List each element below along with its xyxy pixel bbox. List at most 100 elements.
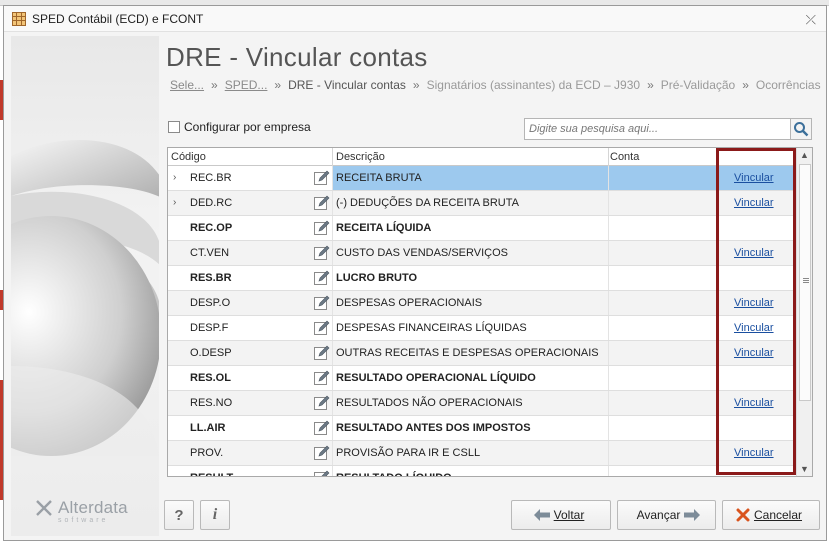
back-button[interactable]: Voltar <box>511 500 611 530</box>
dialog-window: SPED Contábil (ECD) e FCONT ⤫ Alterdata … <box>3 5 827 541</box>
vincular-link[interactable]: Vincular <box>734 347 774 359</box>
table-row[interactable]: DESP.F DESPESAS FINANCEIRAS LÍQUIDAS Vincu… <box>168 316 796 341</box>
column-header-codigo[interactable]: Código <box>171 151 206 163</box>
vincular-link[interactable]: Vincular <box>734 322 774 334</box>
scrollbar-thumb[interactable] <box>799 164 811 401</box>
row-description: RESULTADOS NÃO OPERACIONAIS <box>336 397 523 409</box>
expand-row-icon[interactable]: › <box>173 172 176 183</box>
breadcrumb-separator: » <box>742 78 749 92</box>
edit-icon[interactable] <box>313 269 331 287</box>
window-title: SPED Contábil (ECD) e FCONT <box>32 11 204 26</box>
info-button[interactable]: i <box>200 500 230 530</box>
table-row[interactable]: RES.OL RESULTADO OPERACIONAL LÍQUIDO <box>168 366 796 391</box>
row-code: DESP.F <box>190 322 229 334</box>
breadcrumb-separator: » <box>211 78 218 92</box>
checkbox-box[interactable] <box>168 121 180 133</box>
breadcrumb-separator: » <box>412 78 420 92</box>
search-input[interactable] <box>525 119 791 139</box>
cancel-x-icon <box>736 508 750 522</box>
row-code: O.DESP <box>190 347 232 359</box>
vincular-link[interactable]: Vincular <box>734 297 774 309</box>
edit-icon[interactable] <box>313 169 331 187</box>
title-bar: SPED Contábil (ECD) e FCONT ⤫ <box>4 6 826 32</box>
edit-icon[interactable] <box>313 394 331 412</box>
table-row[interactable]: DESP.O DESPESAS OPERACIONAIS Vincular <box>168 291 796 316</box>
edit-icon[interactable] <box>313 294 331 312</box>
table-row[interactable]: › DED.RC (-) DEDUÇÕES DA RECEITA BRUTA Vinc… <box>168 191 796 216</box>
breadcrumb-item: Ocorrências <box>755 78 821 92</box>
configure-per-company-checkbox[interactable]: Configurar por empresa <box>168 120 311 134</box>
vincular-link[interactable]: Vincular <box>734 247 774 259</box>
scroll-down-icon[interactable]: ▼ <box>800 464 809 474</box>
edit-icon[interactable] <box>313 219 331 237</box>
search-field-container <box>524 118 792 140</box>
column-header-conta[interactable]: Conta <box>610 151 639 163</box>
edit-icon[interactable] <box>313 419 331 437</box>
vincular-link[interactable]: Vincular <box>734 172 774 184</box>
next-button[interactable]: Avançar <box>617 500 716 530</box>
table-row[interactable]: › REC.BR RECEITA BRUTA Vincular <box>168 166 796 191</box>
arrow-right-icon <box>684 509 701 521</box>
back-button-label: Voltar <box>553 508 585 522</box>
row-description: OUTRAS RECEITAS E DESPESAS OPERACIONAIS <box>336 347 599 359</box>
edit-icon[interactable] <box>313 319 331 337</box>
edit-icon[interactable] <box>313 469 331 477</box>
breadcrumb-item[interactable]: SPED... <box>225 78 268 92</box>
configure-per-company-label: Configurar por empresa <box>184 120 311 134</box>
row-code: RES.NO <box>190 397 233 409</box>
breadcrumb: Sele... » SPED... » DRE - Vincular contas » Si… <box>170 78 821 92</box>
vincular-link[interactable]: Vincular <box>734 397 774 409</box>
row-code: PROV. <box>190 447 224 459</box>
vincular-link[interactable]: Vincular <box>734 447 774 459</box>
table-row[interactable]: REC.OP RECEITA LÍQUIDA <box>168 216 796 241</box>
search-button[interactable] <box>790 118 812 140</box>
row-description: CUSTO DAS VENDAS/SERVIÇOS <box>336 247 508 259</box>
cancel-button-label: Cancelar <box>753 508 803 522</box>
row-description: RECEITA LÍQUIDA <box>336 222 432 234</box>
spreadsheet-app-icon <box>12 11 26 26</box>
row-description: DESPESAS FINANCEIRAS LÍQUIDAS <box>336 322 527 334</box>
table-row[interactable]: CT.VEN CUSTO DAS VENDAS/SERVIÇOS Vincular <box>168 241 796 266</box>
table-row[interactable]: PROV. PROVISÃO PARA IR E CSLL Vincular <box>168 441 796 466</box>
row-description: PROVISÃO PARA IR E CSLL <box>336 447 481 459</box>
breadcrumb-item: Pré-Validação <box>660 78 736 92</box>
cancel-button[interactable]: Cancelar <box>722 500 820 530</box>
help-button[interactable]: ? <box>164 500 194 530</box>
arrow-left-icon <box>533 509 550 521</box>
row-description: RESULTADO OPERACIONAL LÍQUIDO <box>336 372 536 384</box>
table-row[interactable]: RES.NO RESULTADOS NÃO OPERACIONAIS Vincula… <box>168 391 796 416</box>
edit-icon[interactable] <box>313 194 331 212</box>
table-row[interactable]: RESULT RESULTADO LÍQUIDO <box>168 466 796 477</box>
edit-icon[interactable] <box>313 244 331 262</box>
edit-icon[interactable] <box>313 369 331 387</box>
table-row[interactable]: O.DESP OUTRAS RECEITAS E DESPESAS OPERACI… <box>168 341 796 366</box>
page-title: DRE - Vincular contas <box>166 42 428 72</box>
row-description: DESPESAS OPERACIONAIS <box>336 297 483 309</box>
alterdata-logo-icon <box>36 500 52 516</box>
vincular-link[interactable]: Vincular <box>734 197 774 209</box>
expand-row-icon[interactable]: › <box>173 197 176 208</box>
brand-tagline: software <box>58 517 109 524</box>
main-content: DRE - Vincular contas Sele... » SPED... » DR… <box>162 36 827 536</box>
row-code: REC.BR <box>190 172 232 184</box>
vertical-scrollbar[interactable]: ▲ ▼ <box>796 148 812 476</box>
edit-icon[interactable] <box>313 444 331 462</box>
side-decoration-panel <box>11 36 159 536</box>
breadcrumb-separator: » <box>274 78 282 92</box>
row-description: RECEITA BRUTA <box>336 172 422 184</box>
edit-icon[interactable] <box>313 344 331 362</box>
close-icon[interactable]: ⤫ <box>806 12 816 28</box>
scroll-up-icon[interactable]: ▲ <box>800 150 809 160</box>
breadcrumb-item: DRE - Vincular contas <box>288 78 406 92</box>
table-row[interactable]: LL.AIR RESULTADO ANTES DOS IMPOSTOS <box>168 416 796 441</box>
row-code: RES.OL <box>190 372 231 384</box>
table-row[interactable]: RES.BR LUCRO BRUTO <box>168 266 796 291</box>
row-code: CT.VEN <box>190 247 230 259</box>
search-icon <box>794 122 809 137</box>
row-description: RESULTADO LÍQUIDO <box>336 472 452 476</box>
column-header-descricao[interactable]: Descrição <box>336 151 385 163</box>
accounts-grid: Código Descrição Conta › REC.BR RECEITA BR… <box>167 147 813 477</box>
row-code: LL.AIR <box>190 422 226 434</box>
grid-rows: › REC.BR RECEITA BRUTA Vincular › DED.RC (-) D… <box>168 166 796 477</box>
breadcrumb-item[interactable]: Sele... <box>170 78 204 92</box>
